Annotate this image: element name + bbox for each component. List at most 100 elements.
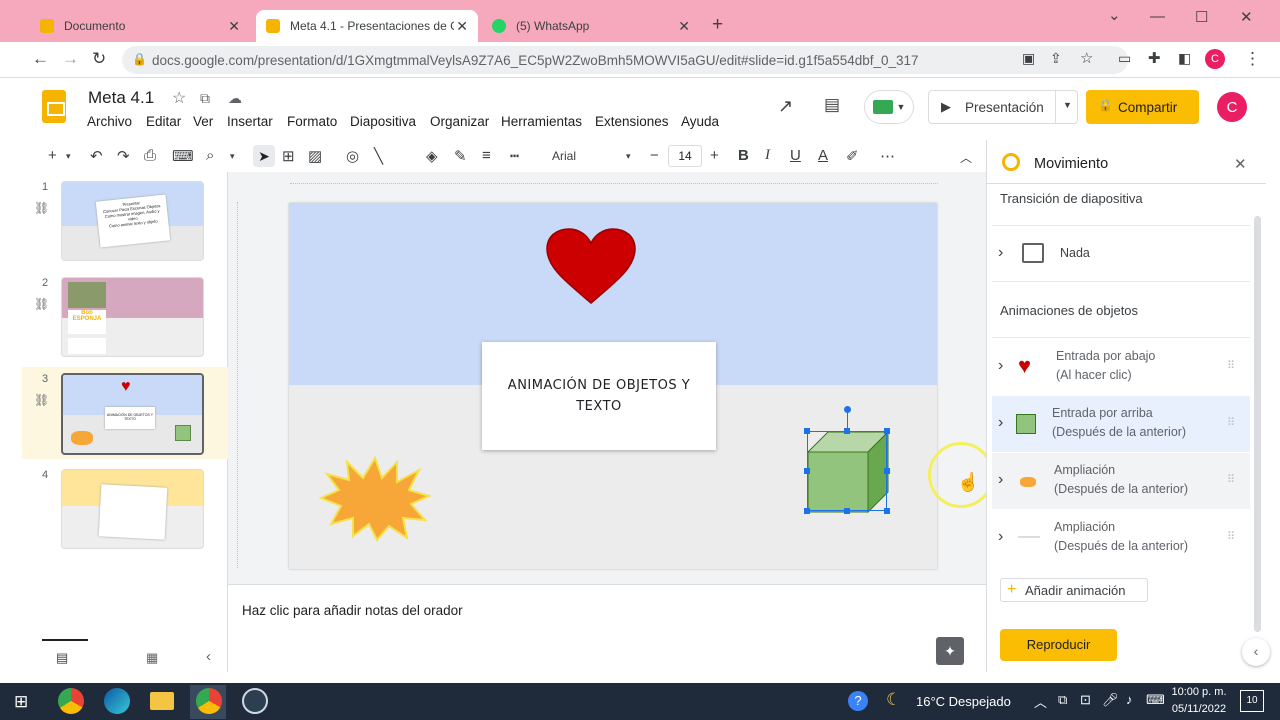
grid-view-icon[interactable]: ▦ <box>146 650 158 666</box>
menu-extensiones[interactable]: Extensiones <box>595 114 669 129</box>
chevron-right-icon[interactable]: › <box>998 357 1003 375</box>
help-icon[interactable]: ? <box>848 691 868 711</box>
extensions-icon[interactable]: ✚ <box>1148 49 1161 67</box>
resize-handle[interactable] <box>884 508 890 514</box>
chevron-right-icon[interactable]: › <box>998 471 1003 489</box>
move-folder-icon[interactable]: ⧉ <box>200 90 210 107</box>
forward-icon[interactable]: → <box>62 49 79 69</box>
close-icon[interactable]: ✕ <box>678 18 690 35</box>
resize-handle[interactable] <box>844 508 850 514</box>
panel-scrollbar[interactable] <box>1254 216 1261 632</box>
close-icon[interactable]: ✕ <box>1234 155 1247 173</box>
drag-handle-icon[interactable]: ⠿ <box>1227 359 1236 372</box>
url-field[interactable]: 🔒 docs.google.com/presentation/d/1GXmgtm… <box>122 46 1128 74</box>
menu-diapositiva[interactable]: Diapositiva <box>350 114 416 129</box>
tab-documento[interactable]: Documento ✕ <box>30 10 250 42</box>
maximize-icon[interactable]: ☐ <box>1195 8 1208 26</box>
text-box-icon[interactable]: ⊞ <box>282 147 295 165</box>
drag-handle-icon[interactable]: ⠿ <box>1227 416 1236 429</box>
chevron-up-icon[interactable]: ︿ <box>1034 692 1047 711</box>
tab-meta[interactable]: Meta 4.1 - Presentaciones de Go ✕ <box>256 10 478 42</box>
back-icon[interactable]: ← <box>32 49 49 69</box>
chevron-right-icon[interactable]: › <box>998 414 1003 432</box>
file-explorer-icon[interactable] <box>150 692 174 710</box>
resize-handle[interactable] <box>804 428 810 434</box>
decrease-font-icon[interactable]: − <box>650 147 659 164</box>
menu-formato[interactable]: Formato <box>287 114 337 129</box>
rotate-handle[interactable] <box>844 406 851 413</box>
chevron-right-icon[interactable]: › <box>998 244 1003 262</box>
weather-text[interactable]: 16°C Despejado <box>916 694 1011 709</box>
add-icon[interactable]: + <box>48 147 57 164</box>
animation-item-4[interactable]: › Ampliación (Después de la anterior) ⠿ <box>992 510 1250 566</box>
line-icon[interactable]: ╲ <box>374 147 383 165</box>
chevron-down-icon[interactable]: ⌄ <box>1108 6 1121 24</box>
italic-icon[interactable]: I <box>765 147 770 164</box>
volume-icon[interactable]: ♪ <box>1126 692 1133 707</box>
slide-thumbnail-3[interactable]: ♥ ANIMACIÓN DE OBJETOS Y TEXTO <box>61 373 204 455</box>
bold-icon[interactable]: B <box>738 147 749 164</box>
clock-time[interactable]: 10:00 p. m. <box>1170 686 1228 698</box>
star-icon[interactable]: ☆ <box>172 88 186 108</box>
shape-icon[interactable]: ◎ <box>346 147 359 165</box>
slide-canvas[interactable]: ANIMACIÓN DE OBJETOS Y TEXTO <box>289 203 937 569</box>
chevron-right-icon[interactable]: › <box>998 528 1003 546</box>
font-size-field[interactable]: 14 <box>668 145 702 167</box>
menu-herramientas[interactable]: Herramientas <box>501 114 582 129</box>
add-animation-button[interactable]: + Añadir animación <box>1000 578 1148 602</box>
menu-insertar[interactable]: Insertar <box>227 114 273 129</box>
microphone-icon[interactable]: 🎤︎ <box>1102 692 1119 708</box>
fill-color-icon[interactable]: ◈ <box>426 147 438 165</box>
menu-archivo[interactable]: Archivo <box>87 114 132 129</box>
animation-item-2[interactable]: › Entrada por arriba (Después de la ante… <box>992 396 1250 452</box>
menu-ver[interactable]: Ver <box>193 114 213 129</box>
zoom-icon[interactable]: ⌕ <box>206 147 214 164</box>
tray-icon[interactable]: ⧉ <box>1058 692 1067 708</box>
resize-handle[interactable] <box>884 428 890 434</box>
camera-icon[interactable]: ▣ <box>1022 50 1035 67</box>
cast-icon[interactable]: ▭ <box>1118 50 1131 67</box>
highlight-icon[interactable]: ✐ <box>846 147 859 165</box>
user-avatar[interactable]: C <box>1217 92 1247 122</box>
chrome-icon[interactable] <box>196 688 222 714</box>
explore-icon[interactable]: ✦ <box>936 637 964 665</box>
more-icon[interactable]: ⋯ <box>880 147 895 165</box>
title-card[interactable]: ANIMACIÓN DE OBJETOS Y TEXTO <box>482 342 716 450</box>
filmstrip-view-icon[interactable]: ▤ <box>56 650 68 666</box>
chevron-down-icon[interactable]: ▾ <box>230 151 235 162</box>
share-page-icon[interactable]: ⇪ <box>1050 50 1062 67</box>
keyboard-icon[interactable]: ⌨ <box>1146 692 1165 708</box>
chrome-icon[interactable] <box>58 688 84 714</box>
minimize-icon[interactable]: — <box>1150 8 1165 25</box>
reload-icon[interactable]: ↻ <box>92 49 106 69</box>
animation-item-3[interactable]: › Ampliación (Después de la anterior) ⠿ <box>992 453 1250 509</box>
window-close-icon[interactable]: ✕ <box>1240 8 1253 26</box>
clock-date[interactable]: 05/11/2022 <box>1170 703 1228 715</box>
print-icon[interactable]: ⎙ <box>144 147 156 164</box>
transition-value[interactable]: Nada <box>1060 246 1090 260</box>
resize-handle[interactable] <box>804 468 810 474</box>
resize-handle[interactable] <box>804 508 810 514</box>
comments-icon[interactable]: ▤ <box>824 95 840 115</box>
drag-handle-icon[interactable]: ⠿ <box>1227 473 1236 486</box>
slides-logo-icon[interactable] <box>42 90 66 123</box>
profile-avatar[interactable]: C <box>1205 49 1225 69</box>
sidepanel-icon[interactable]: ◧ <box>1178 50 1191 67</box>
slide-thumbnail-1[interactable]: Presentar Conocer Pieza Escenas Objetos … <box>61 181 204 261</box>
select-cursor-icon[interactable]: ➤ <box>253 145 275 167</box>
present-button[interactable]: ▶ Presentación ▼ <box>928 90 1078 124</box>
drag-handle-icon[interactable]: ⠿ <box>1227 530 1236 543</box>
tab-whatsapp[interactable]: (5) WhatsApp ✕ <box>482 10 700 42</box>
chevron-down-icon[interactable]: ▾ <box>626 151 631 162</box>
menu-editar[interactable]: Editar <box>146 114 181 129</box>
animation-item-1[interactable]: › ♥ Entrada por abajo (Al hacer clic) ⠿ <box>992 339 1250 395</box>
undo-icon[interactable]: ↶ <box>90 147 103 165</box>
meet-button[interactable]: ▼ <box>864 90 914 124</box>
recorder-icon[interactable] <box>242 688 268 714</box>
close-icon[interactable]: ✕ <box>228 18 240 35</box>
new-tab-button[interactable]: + <box>712 14 723 36</box>
windows-start-icon[interactable]: ⊞ <box>14 692 28 712</box>
image-icon[interactable]: ▨ <box>308 147 322 165</box>
play-button[interactable]: Reproducir <box>1000 629 1117 661</box>
close-icon[interactable]: ✕ <box>456 18 468 35</box>
